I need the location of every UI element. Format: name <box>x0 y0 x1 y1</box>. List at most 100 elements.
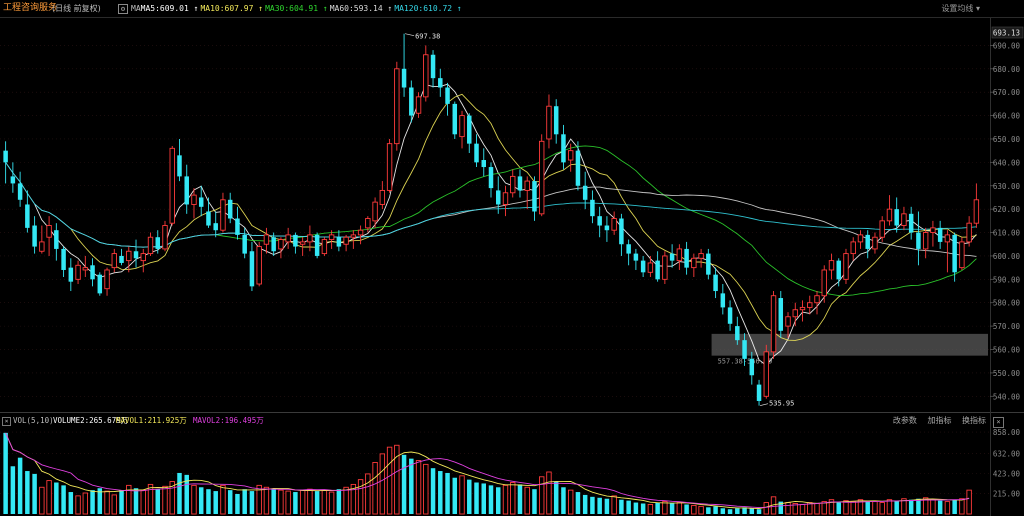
candle-body <box>467 115 472 144</box>
candle-body <box>952 234 957 273</box>
ma-legend-item: MA5:609.01 ↑ <box>140 4 199 13</box>
candle-body <box>539 140 545 215</box>
kline-chart[interactable]: 690.00 680.00 670.00 660.00 650.00 640.00 630.… <box>0 0 1024 516</box>
candle-body <box>336 237 342 247</box>
candle-body <box>619 218 624 245</box>
ma-settings-button[interactable]: 设置均线 ▾ <box>941 0 980 17</box>
volume-bar <box>908 499 914 514</box>
ma-line-ma5 <box>34 83 977 367</box>
volume-bar <box>278 489 284 515</box>
candle-body <box>959 241 965 269</box>
ma-legend-item: MA10:607.97 ↑ <box>200 4 264 13</box>
candle-body <box>567 150 574 161</box>
change-params-button[interactable]: 改参数 <box>893 416 917 425</box>
volume-bar <box>713 506 718 514</box>
volume-bar <box>39 486 45 515</box>
candle-body <box>235 218 240 235</box>
volume-bar <box>706 507 711 514</box>
candle-body <box>379 189 386 205</box>
volume-bar <box>799 504 806 515</box>
stock-name[interactable]: 工程咨询服务 <box>3 0 57 17</box>
high-label: 697.38 <box>415 33 440 41</box>
candle-body <box>756 384 762 401</box>
candle-body <box>908 213 914 233</box>
volume-bar <box>155 489 161 514</box>
candle-body <box>90 265 95 280</box>
volume-bar <box>54 482 59 514</box>
candle-body <box>647 262 654 273</box>
add-indicator-button[interactable]: 加指标 <box>927 416 951 425</box>
price-tick-label: 610.00 <box>993 229 1021 238</box>
volume-bar <box>25 471 30 514</box>
candle-body <box>256 246 262 285</box>
volume-bar <box>611 495 617 515</box>
candle-body <box>524 180 530 191</box>
volume-bar <box>438 471 443 514</box>
price-tick-label: 600.00 <box>993 252 1021 261</box>
candle-body <box>770 295 777 353</box>
candle-body <box>242 234 247 254</box>
volume-bar <box>626 500 631 514</box>
high-arrow <box>404 33 415 37</box>
candle-body <box>481 160 487 168</box>
stock-chart[interactable]: 690.00 680.00 670.00 660.00 650.00 640.00 630.… <box>0 0 1024 516</box>
ma-line-ma30 <box>215 145 977 297</box>
candle-body <box>597 216 602 226</box>
ma-legend: MA MA5:609.01 ↑ MA10:607.97 ↑ MA30:604.9… <box>131 0 464 17</box>
volume-bar <box>307 488 313 515</box>
volume-bar <box>727 509 733 514</box>
price-tick-label: 640.00 <box>993 158 1021 167</box>
volume-bar <box>597 497 602 514</box>
candle-body <box>676 248 683 262</box>
switch-indicator-button[interactable]: 换指标 <box>962 416 986 425</box>
volume-bar <box>647 504 654 515</box>
candle-body <box>865 234 870 249</box>
volume-bar <box>365 473 371 515</box>
close-icon[interactable]: × <box>2 417 11 426</box>
candle-body <box>922 232 929 250</box>
vol-tick-label: 423.00 <box>993 470 1021 479</box>
volume-bar <box>930 499 936 515</box>
vol-tick-label: 632.00 <box>993 450 1021 459</box>
volume-bar <box>90 490 95 514</box>
volume-bar <box>836 502 841 514</box>
candle-body <box>438 78 443 88</box>
price-mode: (日线 前复权) <box>52 4 101 13</box>
candle-body <box>177 155 182 177</box>
volume-bar <box>959 498 965 515</box>
candle-body <box>966 222 972 243</box>
low-arrow <box>759 403 769 407</box>
volume-bar <box>285 490 291 515</box>
volume-header: × VOL(5,10) VOLUME2:265.679万 MAVOL1:211.… <box>0 414 1024 428</box>
candle-body <box>691 257 697 269</box>
candle-body <box>785 316 791 327</box>
candle-body <box>561 134 566 163</box>
volume-bar <box>430 468 436 514</box>
candle-body <box>386 143 393 191</box>
candle-body <box>735 326 740 341</box>
candle-body <box>510 175 516 194</box>
price-tick-label: 650.00 <box>993 135 1021 144</box>
volume-bar <box>198 487 204 514</box>
candle-body <box>285 234 291 243</box>
candle-body <box>640 260 646 273</box>
volume-bar <box>46 480 52 515</box>
candle-body <box>365 218 371 229</box>
price-tick-label: 560.00 <box>993 346 1021 355</box>
settings-icon[interactable]: ⚙ <box>118 4 128 14</box>
close-panel-icon[interactable]: × <box>993 417 1004 428</box>
volume-bar <box>604 498 610 514</box>
candle-body <box>901 213 907 226</box>
volume-bar <box>61 485 66 514</box>
candle-body <box>61 248 66 270</box>
candle-body <box>111 253 117 269</box>
volume-bar <box>147 483 154 515</box>
indicator-buttons: 改参数 加指标 换指标 <box>885 414 986 428</box>
candle-body <box>698 253 704 259</box>
candle-body <box>799 306 806 311</box>
volume-bar <box>872 501 878 515</box>
candle-body <box>546 105 552 140</box>
candle-body <box>155 237 161 249</box>
candle-body <box>220 199 226 231</box>
volume-bar <box>386 446 393 515</box>
